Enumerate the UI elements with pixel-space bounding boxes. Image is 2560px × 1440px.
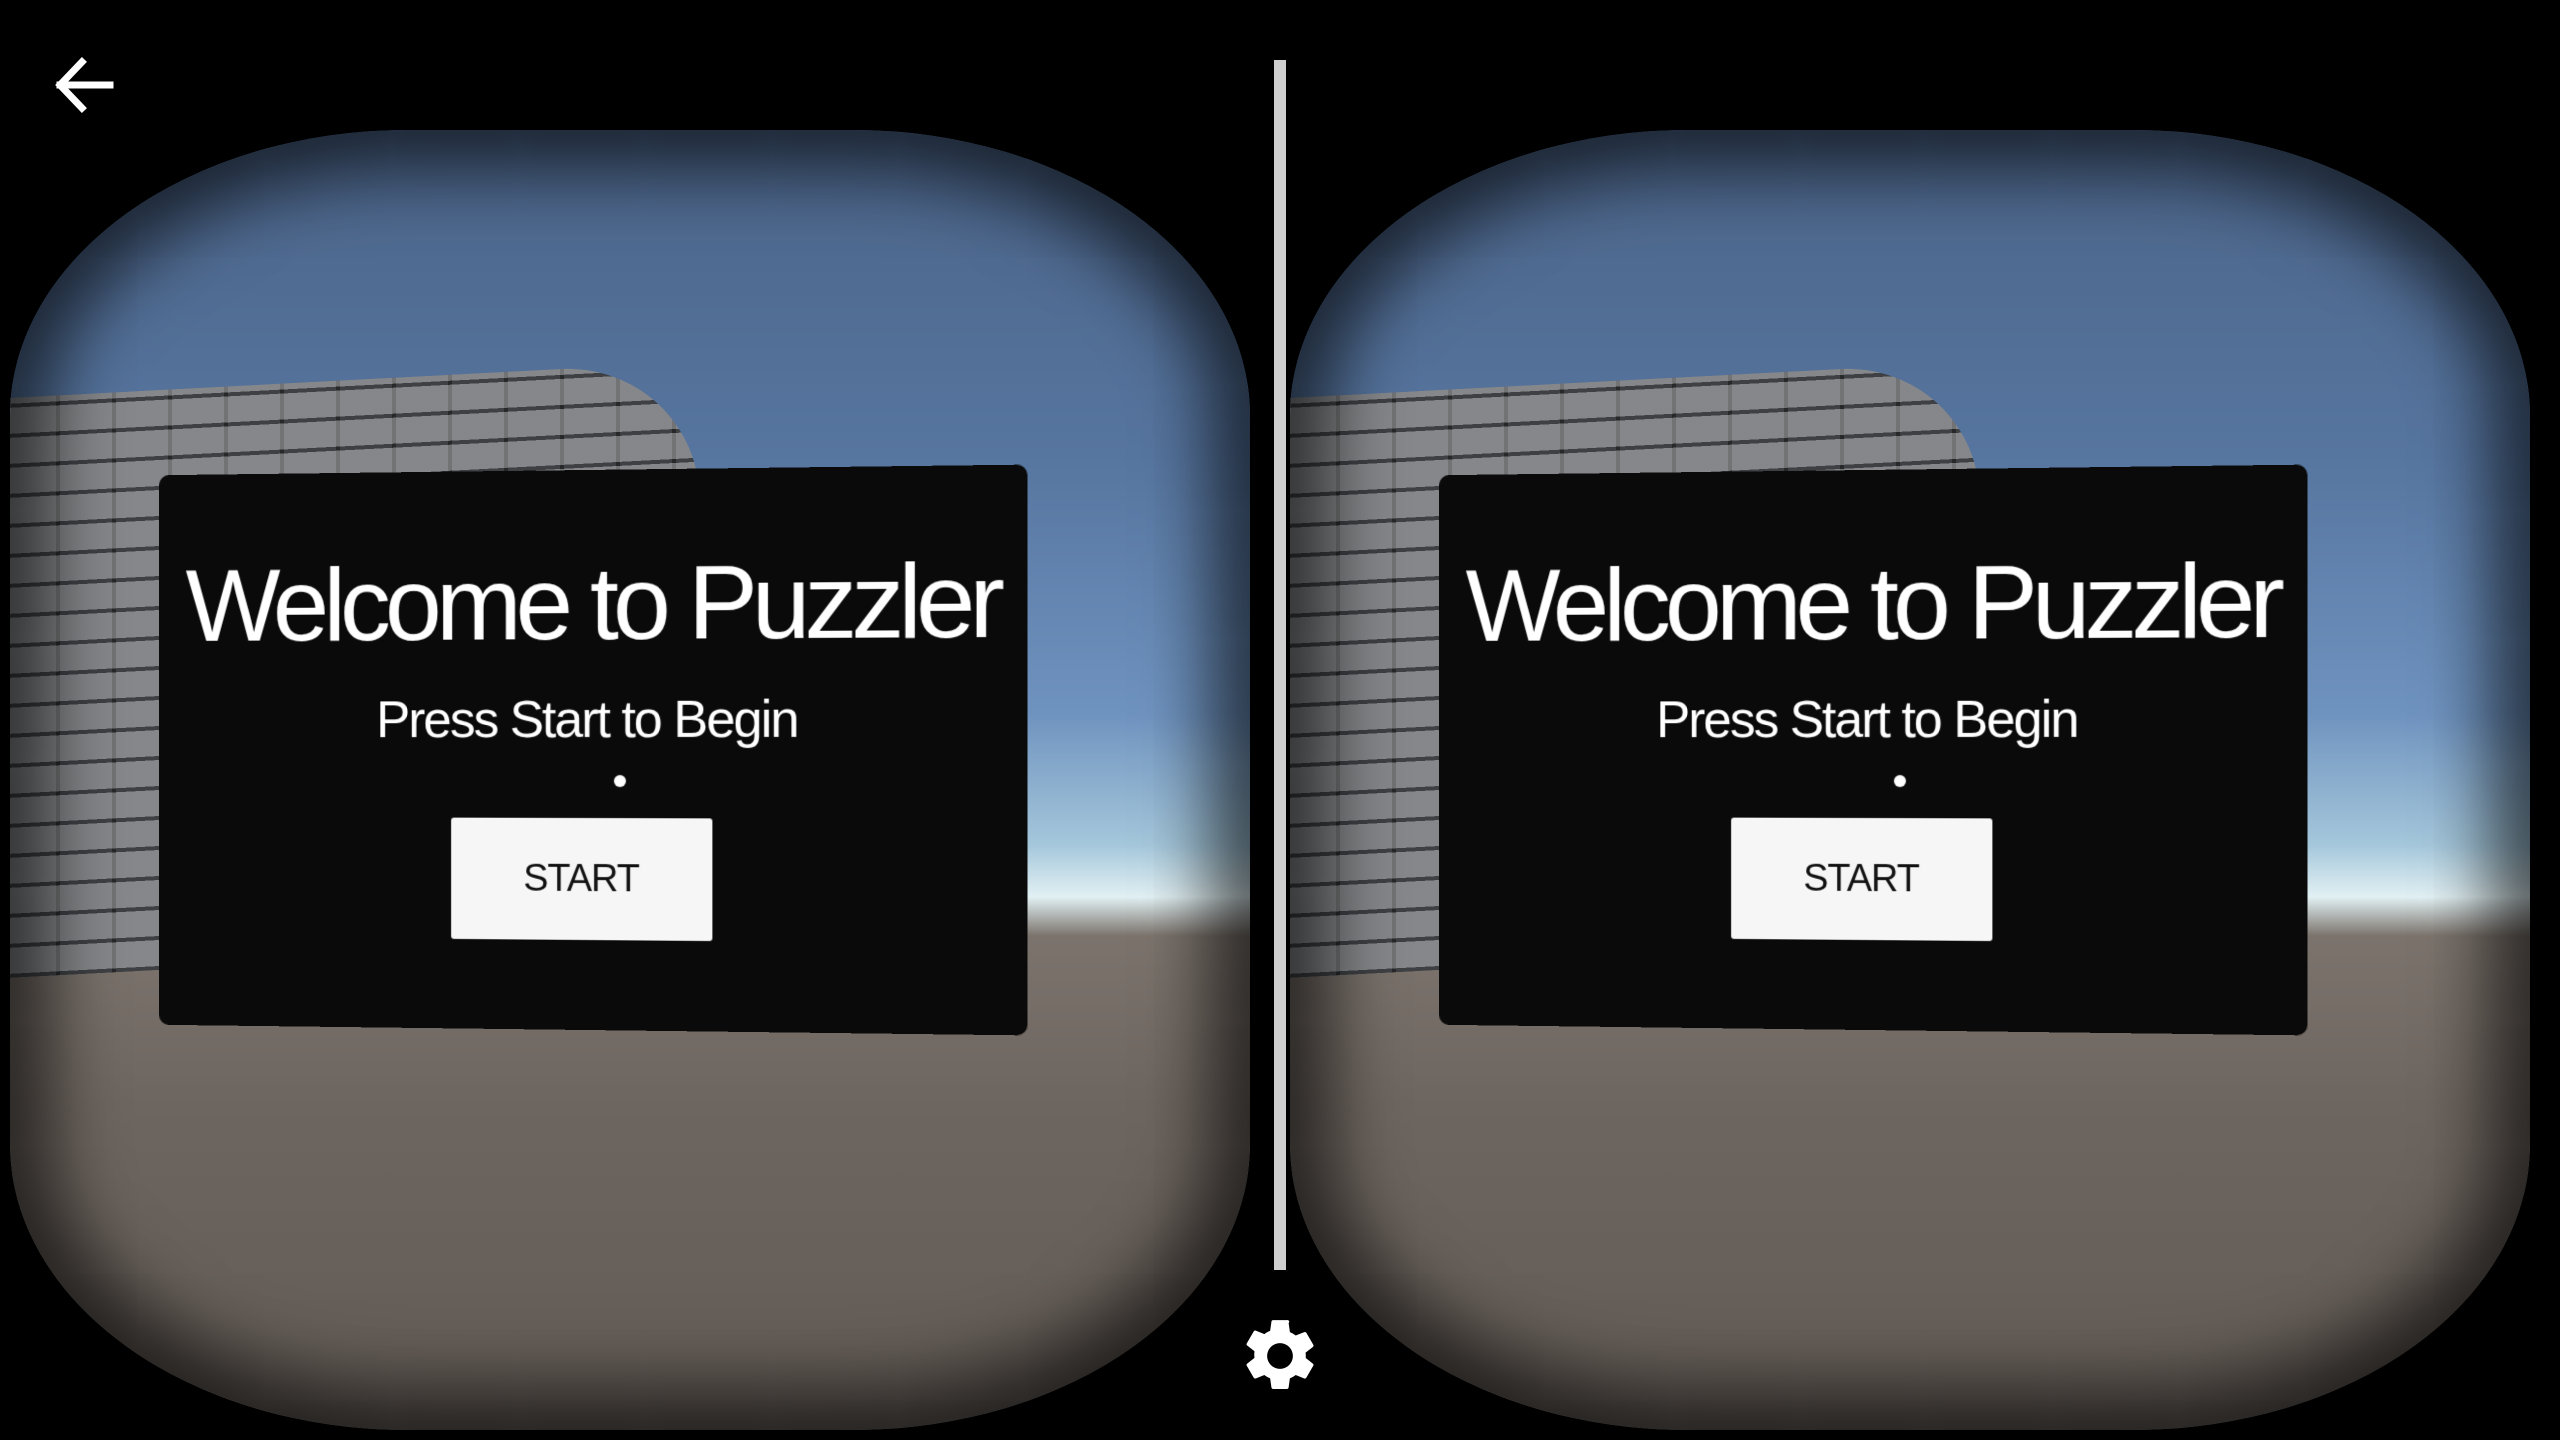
right-eye-scene: Welcome to Puzzler Press Start to Begin … — [1290, 130, 2530, 1430]
welcome-subtitle: Press Start to Begin — [376, 690, 798, 750]
welcome-panel: Welcome to Puzzler Press Start to Begin … — [1439, 464, 2308, 1036]
vr-divider-line — [1274, 60, 1286, 1270]
gaze-reticle — [613, 775, 626, 788]
start-button[interactable]: START — [1731, 817, 1993, 942]
start-button[interactable]: START — [451, 817, 713, 942]
left-eye-scene: Welcome to Puzzler Press Start to Begin … — [10, 130, 1250, 1430]
welcome-panel: Welcome to Puzzler Press Start to Begin … — [159, 464, 1028, 1036]
right-eye-viewport: Welcome to Puzzler Press Start to Begin … — [1290, 130, 2530, 1430]
welcome-subtitle: Press Start to Begin — [1656, 690, 2078, 750]
gaze-reticle — [1893, 775, 1906, 788]
left-eye-viewport: Welcome to Puzzler Press Start to Begin … — [10, 130, 1250, 1430]
gear-icon[interactable] — [1237, 1313, 1323, 1399]
welcome-title: Welcome to Puzzler — [1465, 542, 2279, 664]
welcome-title: Welcome to Puzzler — [185, 542, 999, 664]
back-arrow-icon[interactable] — [40, 40, 130, 130]
